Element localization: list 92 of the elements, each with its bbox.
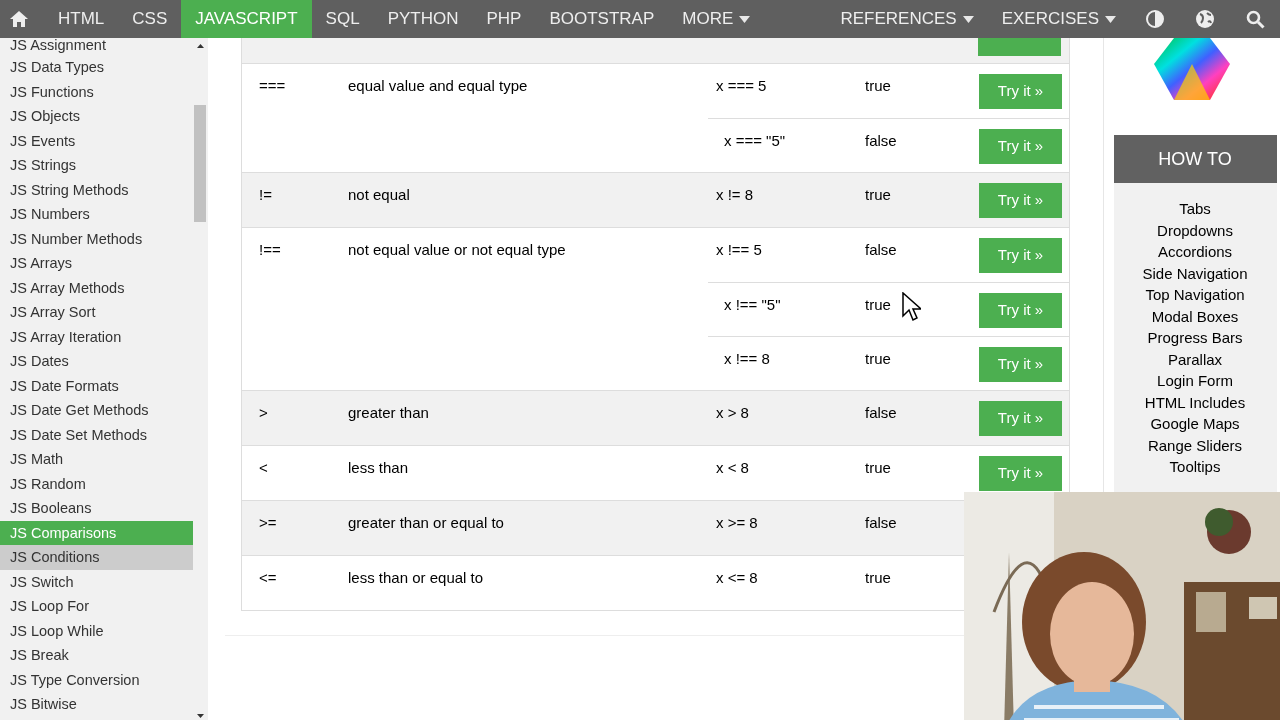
sidebar-link[interactable]: JS Array Methods <box>0 275 193 300</box>
result-cell-text: false <box>865 513 897 533</box>
sidebar-link[interactable]: JS Functions <box>0 79 193 104</box>
example-cell-text: x >= 8 <box>715 513 759 533</box>
nav-tab[interactable]: SQL <box>311 0 374 38</box>
example-cell-text: x > 8 <box>715 403 750 423</box>
example-cell-text: x !== "5" <box>723 295 782 315</box>
operator-cell-text: <= <box>258 568 278 588</box>
contrast-icon <box>1146 10 1164 28</box>
how-to-link[interactable]: Top Navigation <box>1145 284 1245 306</box>
result-cell-text: false <box>865 403 897 423</box>
example-cell-text: x === 5 <box>715 76 768 96</box>
nav-tab[interactable]: MORE <box>668 0 765 38</box>
sidebar-link[interactable]: JS Dates <box>0 349 193 374</box>
scroll-down-icon[interactable] <box>197 714 204 718</box>
nav-tab[interactable]: BOOTSTRAP <box>535 0 669 38</box>
description-cell-text: less than or equal to <box>348 568 485 588</box>
sidebar-link[interactable]: JS Conditions <box>0 545 193 570</box>
how-to-link[interactable]: Modal Boxes <box>1151 305 1239 327</box>
sidebar-link[interactable]: JS Arrays <box>0 251 193 276</box>
result-cell-text: true <box>865 568 891 588</box>
nav-tab[interactable]: PHP <box>472 0 536 38</box>
description-cell-text: not equal <box>348 185 411 205</box>
example-cell-text: x !== 5 <box>715 240 763 260</box>
sidebar-link[interactable]: JS Number Methods <box>0 226 193 251</box>
sidebar-link[interactable]: JS Loop While <box>0 618 193 643</box>
operator-cell-text: === <box>258 76 287 96</box>
sidebar-link[interactable]: JS Objects <box>0 104 193 129</box>
example-cell-text: x === "5" <box>723 131 787 151</box>
sidebar-link[interactable]: JS Data Types <box>0 55 193 80</box>
sidebar-link[interactable]: JS Random <box>0 471 193 496</box>
example-cell-text: x < 8 <box>715 458 750 478</box>
sidebar-link[interactable]: JS Date Set Methods <box>0 422 193 447</box>
nav-tab[interactable]: PYTHON <box>373 0 473 38</box>
sidebar-link[interactable]: JS Date Formats <box>0 373 193 398</box>
result-cell-text: true <box>865 185 891 205</box>
sidebar-link[interactable]: JS Date Get Methods <box>0 398 193 423</box>
globe-icon <box>1196 10 1214 28</box>
sidebar-link[interactable]: JS Switch <box>0 569 193 594</box>
how-to-link[interactable]: Login Form <box>1157 370 1233 392</box>
sidebar-link[interactable]: JS Numbers <box>0 202 193 227</box>
nav-menu-button[interactable]: EXERCISES <box>987 0 1130 38</box>
home-icon <box>9 10 29 28</box>
sidebar-link[interactable]: JS Assignment <box>0 38 193 55</box>
operator-cell-text: != <box>258 185 273 205</box>
how-to-link[interactable]: Tabs <box>1179 198 1211 220</box>
nav-menu-button[interactable]: REFERENCES <box>826 0 988 38</box>
result-cell-text: false <box>865 240 897 260</box>
search-icon <box>1245 9 1265 29</box>
sidebar-link[interactable]: JS Math <box>0 447 193 472</box>
result-cell-text: true <box>865 458 891 478</box>
operator-cell-text: !== <box>258 240 282 260</box>
result-cell-text: true <box>865 349 891 369</box>
example-cell-text: x != 8 <box>715 185 755 205</box>
how-to-link[interactable]: Tooltips <box>1169 456 1221 478</box>
how-to-link[interactable]: Parallax <box>1167 348 1223 370</box>
description-cell-text: greater than <box>348 403 430 423</box>
sidebar-link[interactable]: JS Array Sort <box>0 300 193 325</box>
description-cell-text: equal value and equal type <box>348 76 529 96</box>
sidebar-link[interactable]: JS Strings <box>0 153 193 178</box>
how-to-header: HOW TO <box>1113 135 1277 183</box>
example-cell-text: x <= 8 <box>715 568 759 588</box>
how-to-link[interactable]: Accordions <box>1157 241 1233 263</box>
how-to-link[interactable]: Side Navigation <box>1142 262 1248 284</box>
nav-tab[interactable]: CSS <box>118 0 182 38</box>
sidebar-link[interactable]: JS Booleans <box>0 496 193 521</box>
example-cell-text: x !== 8 <box>723 349 771 369</box>
result-cell-text: false <box>865 131 897 151</box>
how-to-link[interactable]: Progress Bars <box>1147 327 1243 349</box>
how-to-link[interactable]: HTML Includes <box>1144 391 1246 413</box>
operator-cell-text: >= <box>258 513 278 533</box>
scrollbar-thumb[interactable] <box>194 105 206 222</box>
sidebar-link[interactable]: JS Array Iteration <box>0 324 193 349</box>
description-cell-text: greater than or equal to <box>348 513 505 533</box>
sidebar-link[interactable]: JS Break <box>0 643 193 668</box>
sidebar-link[interactable]: JS Bitwise <box>0 692 193 717</box>
how-to-link[interactable]: Range Sliders <box>1147 434 1243 456</box>
sidebar-link[interactable]: JS Loop For <box>0 594 193 619</box>
description-cell-text: not equal value or not equal type <box>348 240 567 260</box>
cursor-icon <box>902 292 921 322</box>
result-cell-text: true <box>865 76 891 96</box>
operator-cell-text: < <box>258 458 269 478</box>
nav-tab[interactable]: HTML <box>44 0 119 38</box>
sidebar-link[interactable]: JS Events <box>0 128 193 153</box>
sidebar-link[interactable]: JS String Methods <box>0 177 193 202</box>
how-to-link[interactable]: Dropdowns <box>1157 219 1233 241</box>
sidebar-link[interactable]: JS Type Conversion <box>0 667 193 692</box>
scroll-up-icon[interactable] <box>197 44 204 48</box>
how-to-link[interactable]: Google Maps <box>1150 413 1240 435</box>
description-cell-text: less than <box>348 458 410 478</box>
result-cell-text: true <box>865 295 891 315</box>
operator-cell-text: > <box>258 403 269 423</box>
